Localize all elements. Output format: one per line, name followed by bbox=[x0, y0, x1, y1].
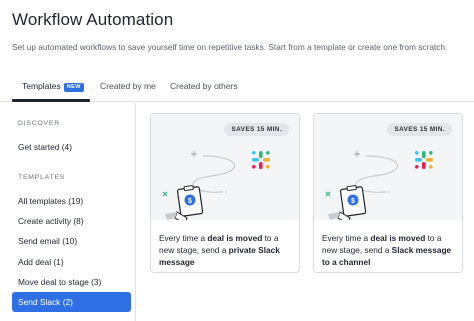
page-subtitle: Set up automated workflows to save yours… bbox=[12, 42, 448, 52]
slack-icon bbox=[252, 151, 270, 169]
tab-templates-label: Templates bbox=[22, 81, 61, 91]
tab-bar: Templates NEW Created by me Created by ot… bbox=[0, 72, 474, 102]
tab-created-by-others[interactable]: Created by others bbox=[170, 81, 238, 91]
svg-text:$: $ bbox=[188, 198, 192, 205]
card-illustration: $ SAVES 15 MIN. bbox=[314, 114, 462, 220]
card-description: Every time a deal is moved to a new stag… bbox=[159, 233, 280, 267]
tab-created-by-me[interactable]: Created by me bbox=[100, 81, 156, 91]
sidebar-item-send-email[interactable]: Send email (10) bbox=[12, 231, 131, 251]
saves-badge: SAVES 15 MIN. bbox=[387, 123, 452, 136]
templates-heading: TEMPLATES bbox=[18, 174, 66, 181]
template-card-slack-channel[interactable]: $ SAVES 15 MIN. Every time a deal is mov… bbox=[313, 113, 463, 273]
tab-created-by-others-label: Created by others bbox=[170, 81, 238, 91]
sidebar-item-all-templates[interactable]: All templates (19) bbox=[12, 191, 131, 211]
sparkle-icon bbox=[191, 151, 197, 157]
page-title: Workflow Automation bbox=[12, 10, 174, 29]
new-badge: NEW bbox=[63, 82, 84, 92]
discover-heading: DISCOVER bbox=[18, 120, 60, 127]
sidebar-item-add-deal[interactable]: Add deal (1) bbox=[12, 252, 131, 272]
sidebar-item-move-deal-to-stage[interactable]: Move deal to stage (3) bbox=[12, 272, 131, 292]
svg-text:$: $ bbox=[351, 198, 355, 205]
card-illustration: $ SAVES 15 MIN. bbox=[151, 114, 299, 220]
sparkle-icon bbox=[354, 151, 360, 157]
sidebar-item-create-activity[interactable]: Create activity (8) bbox=[12, 211, 131, 231]
card-description: Every time a deal is moved to a new stag… bbox=[322, 233, 452, 267]
sparkle-green-icon bbox=[162, 191, 168, 197]
tab-created-by-me-label: Created by me bbox=[100, 81, 156, 91]
slack-icon bbox=[415, 151, 433, 169]
sidebar-item-get-started[interactable]: Get started (4) bbox=[12, 137, 131, 157]
sparkle-green-icon bbox=[325, 191, 331, 197]
sidebar-item-send-slack[interactable]: Send Slack (2) bbox=[12, 292, 131, 312]
template-card-private-slack[interactable]: $ SAVES 15 MIN. Every time a deal is mov… bbox=[150, 113, 300, 273]
sidebar: DISCOVER Get started (4) TEMPLATES All t… bbox=[0, 103, 136, 321]
deal-clipboard-icon: $ bbox=[165, 185, 204, 220]
active-tab-indicator bbox=[12, 99, 90, 102]
deal-clipboard-icon: $ bbox=[328, 185, 367, 220]
saves-badge: SAVES 15 MIN. bbox=[224, 123, 289, 136]
tab-templates[interactable]: Templates NEW bbox=[22, 81, 84, 92]
